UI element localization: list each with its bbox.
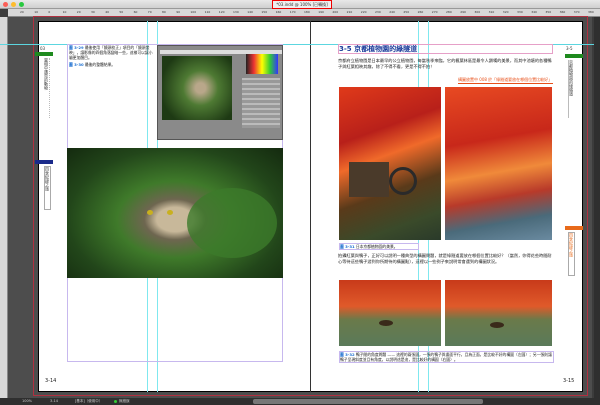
ruler-tick-label: 190 — [318, 10, 324, 14]
chapter-number: 3-5 — [566, 46, 573, 51]
ruler-tick-label: 80 — [162, 10, 166, 14]
ruler-tick-label: 70 — [147, 10, 152, 14]
screenshot-figure[interactable] — [157, 45, 283, 140]
window-title: *03.indd @ 100% [已轉換] — [272, 0, 332, 9]
maple-photo-pond[interactable] — [445, 87, 552, 240]
ruler-tick-label: 340 — [531, 10, 537, 14]
spine-line — [310, 21, 311, 392]
minimize-button[interactable] — [11, 2, 16, 7]
ruler-tick-label: 260 — [417, 10, 424, 14]
window-titlebar: *03.indd @ 100% [已轉換] — [0, 0, 600, 9]
ruler-tick-label: 310 — [488, 10, 495, 14]
section-heading: 3-5 京都植物園的綠隧道 — [338, 44, 553, 54]
ruler-tick-label: 130 — [233, 10, 239, 14]
figure-captions: 圖 3-29 最後使用「鏡頭校正」項目的「鏡頭暈映」，讓影像的四個角落變暗一些，… — [69, 45, 153, 67]
side-tab-label: 四季紀錄之旅 — [568, 232, 575, 276]
ruler-tick-label: 120 — [218, 10, 225, 14]
zoom-level[interactable]: 100% — [22, 398, 32, 405]
ruler-tick-label: 290 — [460, 10, 466, 14]
maple-photo-watermill[interactable] — [339, 87, 441, 240]
duck-photo-left[interactable] — [339, 280, 441, 346]
page-number: 3-14 — [45, 378, 57, 384]
caption: 圖 3-32 鴨子間的角度問題 —— 這裡的兩張圖，一張的鴨子與畫面平行，且為正… — [339, 351, 554, 363]
caption: 圖 3-29 最後使用「鏡頭校正」項目的「鏡頭暈映」，讓影像的四個角落變暗一些，… — [69, 45, 153, 60]
side-tab-label: 京都植物園的綠隧道 — [568, 60, 574, 118]
vertical-ruler[interactable] — [0, 17, 8, 398]
ruler-tick-label: 210 — [346, 10, 353, 14]
ruler-tick-label: 250 — [403, 10, 410, 14]
ruler-tick-label: 10 — [62, 10, 67, 14]
body-paragraph: 拍攝紅葉與鴨子，正好可以說明一種典型的構圖問題，就是綠隧道要放在哪個位置比較好？… — [338, 253, 552, 264]
ruler-tick-label: 280 — [446, 10, 452, 14]
workspace-mode[interactable]: [基本]（使用中） — [75, 398, 102, 405]
ruler-tick-label: 300 — [474, 10, 481, 14]
ruler-tick-label: 140 — [247, 10, 253, 14]
chapter-number: 03 — [40, 46, 46, 51]
caption: 圖 3-31 日本京都植物園的美景。 — [339, 243, 419, 250]
ruler-tick-label: 60 — [133, 10, 138, 14]
ruler-tick-label: 240 — [389, 10, 395, 14]
intro-paragraph: 京都府立植物園是日本最早的公立植物園，每當秋季來臨，它的楓葉林區是最令人讚嘆的美… — [338, 58, 552, 69]
ruler-tick-label: 20 — [76, 10, 81, 14]
ruler-tick-label: 170 — [289, 10, 296, 14]
ruler-tick-label: 0 — [48, 10, 51, 14]
cat-thumbnail — [162, 56, 232, 120]
ruler-tick-label: 350 — [545, 10, 552, 14]
vertical-scrollbar[interactable] — [594, 17, 600, 398]
ruler-tick-label: 110 — [204, 10, 211, 14]
preflight-status-icon — [114, 400, 117, 403]
duck-photo-right[interactable] — [445, 280, 552, 346]
ruler-tick-label: 380 — [588, 10, 594, 14]
chapter-tab-blue — [35, 160, 53, 164]
ruler-tick-label: 220 — [360, 10, 367, 14]
ruler-tick-label: 100 — [190, 10, 197, 14]
chapter-tab-green — [565, 54, 583, 58]
ruler-tick-label: 160 — [275, 10, 282, 14]
ruler-tick-label: 40 — [105, 10, 110, 14]
histogram — [246, 54, 278, 74]
page-field[interactable]: 3-14 — [50, 398, 58, 405]
ruler-tick-label: 180 — [304, 10, 310, 14]
ruler-tick-label: 230 — [375, 10, 381, 14]
cat-photo[interactable] — [67, 148, 283, 278]
ruler-tick-label: 320 — [502, 10, 509, 14]
chapter-tab-orange — [565, 226, 583, 230]
highlight-note: 構圖放置中 008 於「綠隧道要放在哪個位置比較好」 — [458, 77, 553, 84]
preflight-status[interactable]: 無錯誤 — [119, 398, 130, 405]
zoom-button[interactable] — [19, 2, 24, 7]
ruler-tick-label: 370 — [573, 10, 580, 14]
ruler-tick-label: 150 — [261, 10, 268, 14]
adjustment-panel — [242, 78, 280, 128]
ruler-tick-label: 360 — [559, 10, 566, 14]
chapter-tab-green — [35, 52, 53, 56]
close-button[interactable] — [3, 2, 8, 7]
side-tab-label: 當相中遇見的動物 — [44, 58, 50, 118]
ruler-tick-label: 90 — [176, 10, 181, 14]
ruler-tick-label: 200 — [332, 10, 339, 14]
caption: 圖 3-30 最後的整體結果。 — [69, 62, 116, 67]
status-bar: 100% 3-14 [基本]（使用中） 無錯誤 — [0, 398, 600, 405]
ruler-tick-label: 20 — [20, 10, 24, 14]
ruler-tick-label: 10 — [34, 10, 39, 14]
page-number: 3-15 — [563, 378, 575, 384]
side-tab-label: 四季紀錄之旅 — [44, 166, 51, 210]
horizontal-scrollbar[interactable] — [253, 399, 483, 404]
ruler-tick-label: 30 — [91, 10, 95, 14]
ruler-tick-label: 270 — [431, 10, 438, 14]
ruler-tick-label: 330 — [517, 10, 523, 14]
ruler-tick-label: 50 — [119, 10, 124, 14]
